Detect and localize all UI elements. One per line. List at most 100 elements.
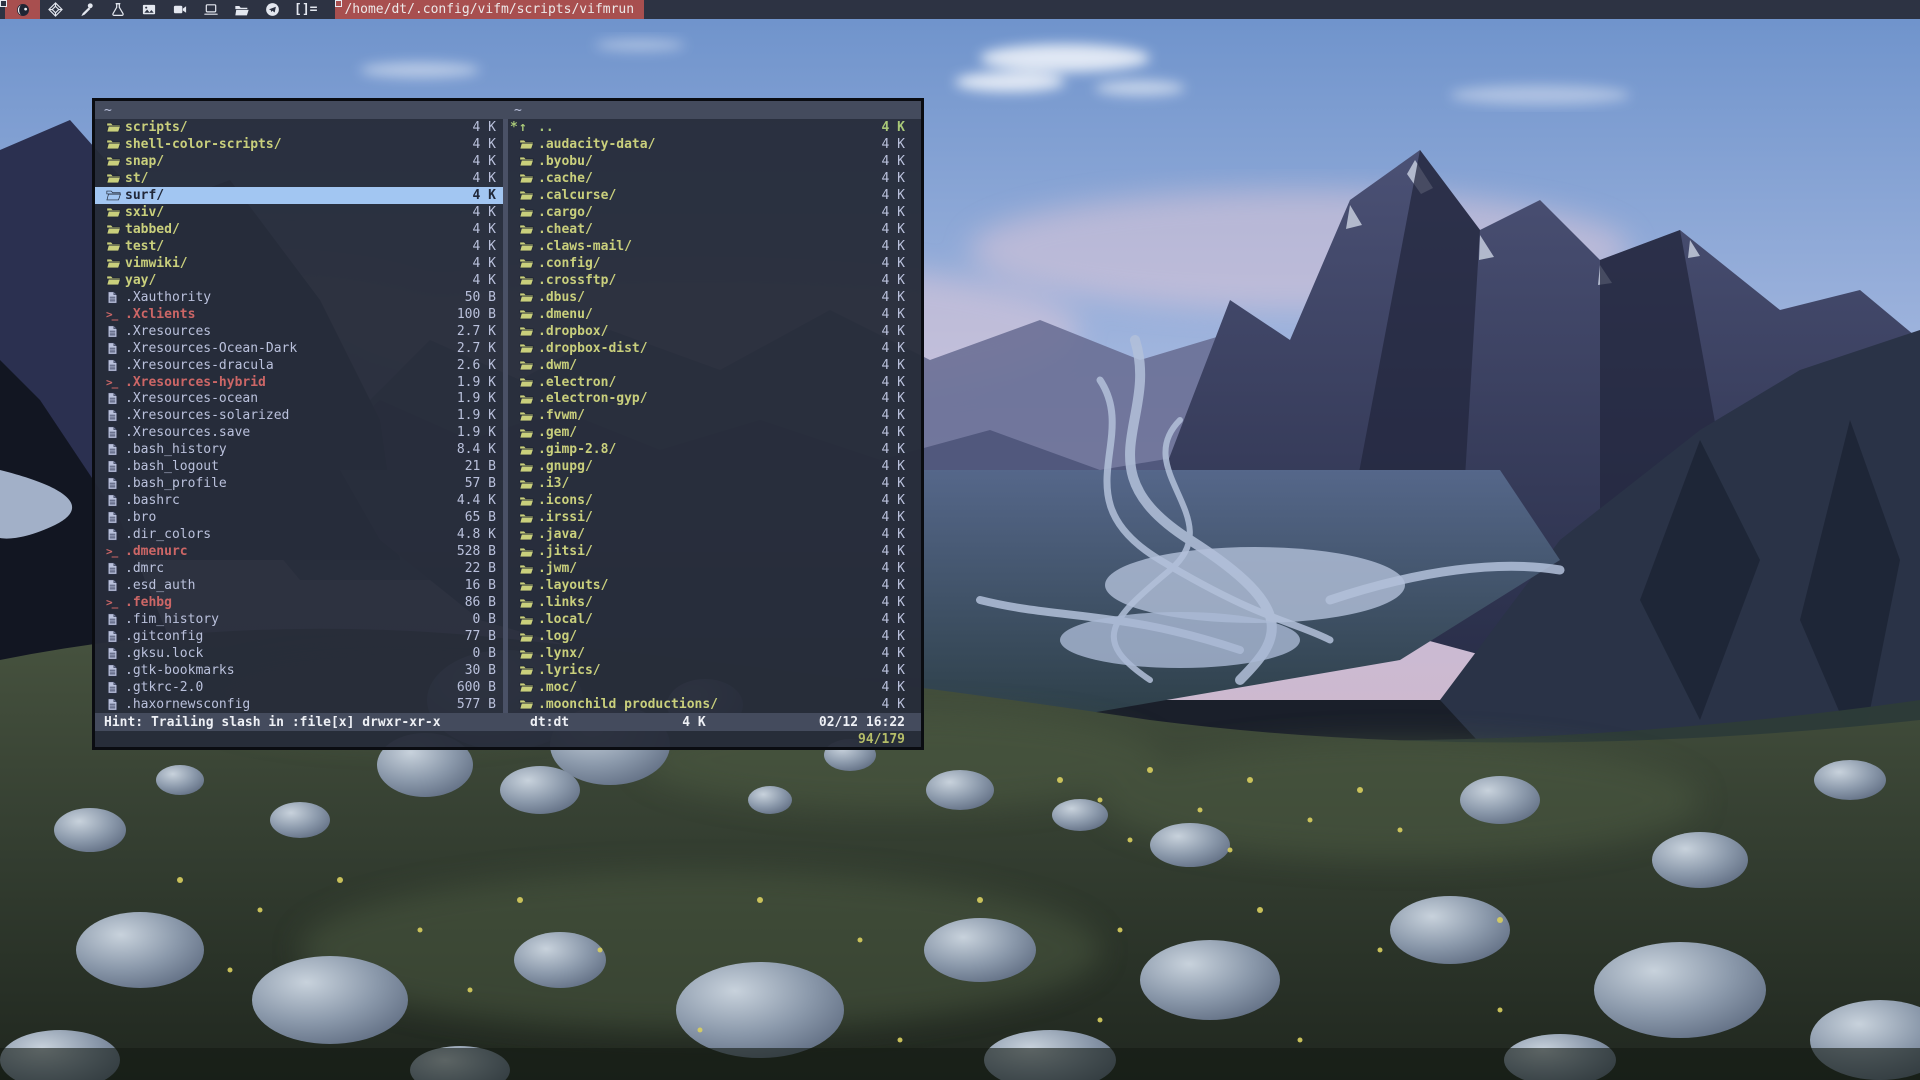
file-row[interactable]: .dmenu/4 K bbox=[508, 306, 921, 323]
file-row[interactable]: .gtkrc-2.0600 B bbox=[95, 679, 503, 696]
file-row[interactable]: .Xauthority50 B bbox=[95, 289, 503, 306]
file-row[interactable]: .local/4 K bbox=[508, 611, 921, 628]
file-name: yay/ bbox=[125, 273, 156, 288]
file-row[interactable]: .crossftp/4 K bbox=[508, 272, 921, 289]
file-row[interactable]: tabbed/4 K bbox=[95, 221, 503, 238]
file-row[interactable]: .fim_history0 B bbox=[95, 611, 503, 628]
file-row[interactable]: .electron-gyp/4 K bbox=[508, 391, 921, 408]
package-icon[interactable] bbox=[40, 0, 71, 19]
file-row[interactable]: .dwm/4 K bbox=[508, 357, 921, 374]
file-row[interactable]: yay/4 K bbox=[95, 272, 503, 289]
file-row[interactable]: .log/4 K bbox=[508, 628, 921, 645]
position-indicator: 94/179 bbox=[858, 732, 905, 747]
file-row[interactable]: .calcurse/4 K bbox=[508, 187, 921, 204]
file-row[interactable]: .Xresources-ocean1.9 K bbox=[95, 391, 503, 408]
file-row[interactable]: .Xresources2.7 K bbox=[95, 323, 503, 340]
file-row[interactable]: >_.Xclients100 B bbox=[95, 306, 503, 323]
folder-icon bbox=[106, 240, 125, 252]
telegram-icon[interactable] bbox=[257, 0, 288, 19]
file-row[interactable]: surf/4 K bbox=[95, 187, 503, 204]
file-row[interactable]: st/4 K bbox=[95, 170, 503, 187]
folder-icon[interactable] bbox=[226, 0, 257, 19]
file-row[interactable]: .gksu.lock0 B bbox=[95, 645, 503, 662]
file-row[interactable]: .dropbox/4 K bbox=[508, 323, 921, 340]
file-row[interactable]: .gitconfig77 B bbox=[95, 628, 503, 645]
file-row[interactable]: *↑..4 K bbox=[508, 119, 921, 136]
file-row[interactable]: .dropbox-dist/4 K bbox=[508, 340, 921, 357]
file-icon bbox=[106, 698, 125, 711]
file-row[interactable]: >_.Xresources-hybrid1.9 K bbox=[95, 374, 503, 391]
file-row[interactable]: .irssi/4 K bbox=[508, 509, 921, 526]
file-row[interactable]: .gem/4 K bbox=[508, 424, 921, 441]
file-row[interactable]: .cheat/4 K bbox=[508, 221, 921, 238]
file-name: .dbus/ bbox=[538, 290, 585, 305]
file-row[interactable]: .i3/4 K bbox=[508, 475, 921, 492]
file-name: .dir_colors bbox=[125, 527, 211, 542]
status-bar: Hint: Trailing slash in :file[x] drwxr-x… bbox=[95, 713, 921, 731]
file-row[interactable]: .esd_auth16 B bbox=[95, 577, 503, 594]
file-row[interactable]: .moonchild productions/4 K bbox=[508, 696, 921, 713]
file-row[interactable]: .bashrc4.4 K bbox=[95, 492, 503, 509]
left-pane[interactable]: scripts/4 Kshell-color-scripts/4 Ksnap/4… bbox=[95, 119, 503, 713]
file-row[interactable]: .cargo/4 K bbox=[508, 204, 921, 221]
video-camera-icon[interactable] bbox=[164, 0, 195, 19]
file-row[interactable]: .Xresources-Ocean-Dark2.7 K bbox=[95, 340, 503, 357]
file-row[interactable]: test/4 K bbox=[95, 238, 503, 255]
flask-icon[interactable] bbox=[102, 0, 133, 19]
file-row[interactable]: .config/4 K bbox=[508, 255, 921, 272]
file-row[interactable]: .bash_profile57 B bbox=[95, 475, 503, 492]
file-row[interactable]: .dbus/4 K bbox=[508, 289, 921, 306]
file-name: .lynx/ bbox=[538, 646, 585, 661]
file-name: .audacity-data/ bbox=[538, 137, 655, 152]
file-row[interactable]: shell-color-scripts/4 K bbox=[95, 136, 503, 153]
file-row[interactable]: .moc/4 K bbox=[508, 679, 921, 696]
file-row[interactable]: .gtk-bookmarks30 B bbox=[95, 662, 503, 679]
file-name: .cargo/ bbox=[538, 205, 593, 220]
file-row[interactable]: .cache/4 K bbox=[508, 170, 921, 187]
file-row[interactable]: .bash_history8.4 K bbox=[95, 441, 503, 458]
file-row[interactable]: .gnupg/4 K bbox=[508, 458, 921, 475]
file-row[interactable]: .icons/4 K bbox=[508, 492, 921, 509]
file-row[interactable]: .electron/4 K bbox=[508, 374, 921, 391]
command-line[interactable]: 94/179 bbox=[95, 731, 921, 747]
file-row[interactable]: .jitsi/4 K bbox=[508, 543, 921, 560]
file-row[interactable]: .byobu/4 K bbox=[508, 153, 921, 170]
file-row[interactable]: sxiv/4 K bbox=[95, 204, 503, 221]
file-size: 4 K bbox=[882, 697, 905, 712]
file-row[interactable]: >_.fehbg86 B bbox=[95, 594, 503, 611]
file-row[interactable]: .gimp-2.8/4 K bbox=[508, 441, 921, 458]
file-row[interactable]: .dir_colors4.8 K bbox=[95, 526, 503, 543]
file-row[interactable]: .Xresources-solarized1.9 K bbox=[95, 407, 503, 424]
file-row[interactable]: .fvwm/4 K bbox=[508, 407, 921, 424]
image-icon[interactable] bbox=[133, 0, 164, 19]
laptop-icon[interactable] bbox=[195, 0, 226, 19]
file-size: 4 K bbox=[473, 239, 496, 254]
eyedropper-icon[interactable] bbox=[71, 0, 102, 19]
file-name: shell-color-scripts/ bbox=[125, 137, 282, 152]
file-row[interactable]: .lynx/4 K bbox=[508, 645, 921, 662]
logo-button[interactable] bbox=[5, 0, 40, 19]
file-row[interactable]: .lyrics/4 K bbox=[508, 662, 921, 679]
top-bar: []= /home/dt/.config/vifm/scripts/vifmru… bbox=[0, 0, 1920, 19]
file-size: 4 K bbox=[882, 510, 905, 525]
file-row[interactable]: .dmrc22 B bbox=[95, 560, 503, 577]
file-row[interactable]: .bro65 B bbox=[95, 509, 503, 526]
file-row[interactable]: .claws-mail/4 K bbox=[508, 238, 921, 255]
file-row[interactable]: .links/4 K bbox=[508, 594, 921, 611]
folder-icon bbox=[519, 376, 538, 388]
file-row[interactable]: .Xresources-dracula2.6 K bbox=[95, 357, 503, 374]
file-row[interactable]: .audacity-data/4 K bbox=[508, 136, 921, 153]
file-row[interactable]: snap/4 K bbox=[95, 153, 503, 170]
file-row[interactable]: .bash_logout21 B bbox=[95, 458, 503, 475]
file-row[interactable]: .java/4 K bbox=[508, 526, 921, 543]
file-row[interactable]: .jwm/4 K bbox=[508, 560, 921, 577]
file-row[interactable]: .haxornewsconfig577 B bbox=[95, 696, 503, 713]
file-row[interactable]: scripts/4 K bbox=[95, 119, 503, 136]
file-name: .electron/ bbox=[538, 375, 616, 390]
file-name: .gnupg/ bbox=[538, 459, 593, 474]
file-row[interactable]: .layouts/4 K bbox=[508, 577, 921, 594]
right-pane[interactable]: *↑..4 K.audacity-data/4 K.byobu/4 K.cach… bbox=[508, 119, 921, 713]
file-row[interactable]: .Xresources.save1.9 K bbox=[95, 424, 503, 441]
file-row[interactable]: vimwiki/4 K bbox=[95, 255, 503, 272]
file-row[interactable]: >_.dmenurc528 B bbox=[95, 543, 503, 560]
